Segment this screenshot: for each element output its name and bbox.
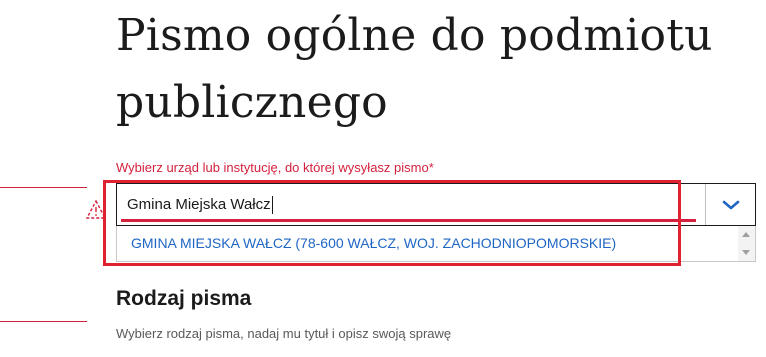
section-heading: Rodzaj pisma — [116, 287, 252, 310]
dropdown-toggle-button[interactable] — [706, 184, 755, 225]
section-description: Wybierz rodzaj pisma, nadaj mu tytuł i o… — [116, 326, 452, 341]
left-margin-rule — [0, 187, 87, 188]
recipient-field-label: Wybierz urząd lub instytucję, do której … — [116, 160, 434, 175]
chevron-down-icon — [722, 200, 739, 209]
suggestions-scrollbar[interactable] — [738, 226, 755, 261]
scroll-up-arrow-icon[interactable] — [742, 232, 750, 237]
highlight-annotation-box — [103, 180, 681, 266]
page-title: Pismo ogólne do podmiotu publicznego — [116, 10, 713, 128]
scroll-down-arrow-icon[interactable] — [742, 250, 750, 255]
left-margin-rule-lower — [0, 321, 87, 322]
